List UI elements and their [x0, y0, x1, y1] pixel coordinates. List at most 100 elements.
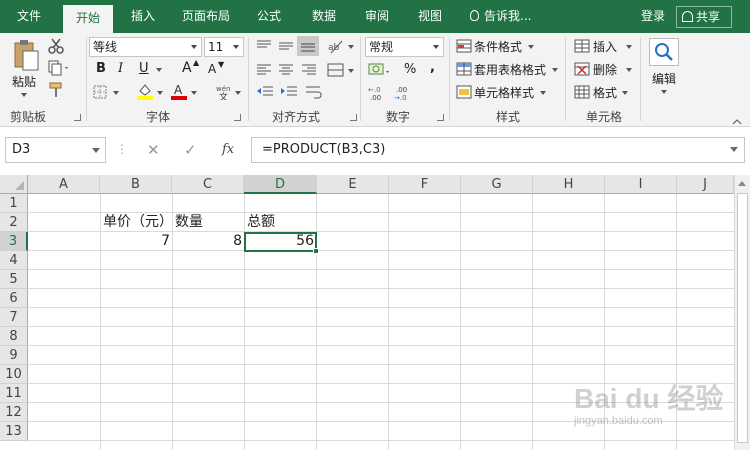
column-header-j[interactable]: J	[677, 175, 734, 194]
currency-icon[interactable]	[368, 62, 390, 81]
delete-cells-icon[interactable]	[574, 62, 590, 79]
number-launcher-icon[interactable]	[437, 114, 444, 121]
border-icon[interactable]	[93, 85, 107, 102]
font-name-combo[interactable]: 等线	[89, 37, 202, 57]
chevron-down-icon[interactable]	[626, 68, 632, 72]
row-header-4[interactable]: 4	[0, 251, 28, 270]
row-header-12[interactable]: 12	[0, 403, 28, 422]
share-button[interactable]: 共享	[676, 6, 732, 28]
grow-font-button[interactable]: A	[182, 60, 192, 76]
row-header-7[interactable]: 7	[0, 308, 28, 327]
tab-file[interactable]: 文件	[0, 0, 58, 33]
align-middle-icon[interactable]	[278, 39, 294, 56]
alignment-launcher-icon[interactable]	[350, 114, 357, 121]
align-left-icon[interactable]	[256, 63, 272, 80]
paste-label[interactable]: 粘贴	[12, 73, 36, 90]
fill-color-dropdown-icon[interactable]	[157, 91, 163, 95]
column-header-i[interactable]: I	[605, 175, 677, 194]
merge-center-icon[interactable]	[327, 62, 345, 81]
font-color-icon[interactable]: A	[170, 82, 188, 103]
cell-c3[interactable]: 8	[173, 232, 244, 251]
row-header-3[interactable]: 3	[0, 232, 28, 251]
row-header-9[interactable]: 9	[0, 346, 28, 365]
tab-data[interactable]: 数据	[301, 0, 347, 33]
tab-review[interactable]: 审阅	[354, 0, 400, 33]
conditional-format-icon[interactable]	[456, 39, 472, 56]
row-header-10[interactable]: 10	[0, 365, 28, 384]
cell-b3[interactable]: 7	[101, 232, 172, 251]
phonetic-icon[interactable]: wén 文	[216, 84, 232, 103]
border-dropdown-icon[interactable]	[113, 91, 119, 95]
increase-indent-icon[interactable]	[280, 85, 298, 102]
column-header-c[interactable]: C	[172, 175, 244, 194]
chevron-down-icon[interactable]	[626, 45, 632, 49]
cut-icon[interactable]	[48, 38, 64, 57]
number-format-combo[interactable]: 常规	[365, 37, 444, 57]
clipboard-launcher-icon[interactable]	[74, 114, 81, 121]
paste-icon[interactable]	[12, 39, 40, 76]
column-header-e[interactable]: E	[317, 175, 389, 194]
find-search-icon[interactable]	[649, 38, 679, 66]
cell-d2[interactable]: 总额	[245, 213, 316, 232]
enter-icon[interactable]: ✓	[184, 141, 197, 159]
tab-formulas[interactable]: 公式	[246, 0, 292, 33]
italic-button[interactable]: I	[118, 61, 123, 76]
format-cells-icon[interactable]	[574, 85, 590, 102]
format-cells-button[interactable]: 格式	[593, 84, 617, 101]
orientation-dropdown-icon[interactable]	[348, 45, 354, 49]
shrink-font-button[interactable]: A	[208, 62, 216, 76]
paste-dropdown-icon[interactable]	[21, 93, 27, 97]
bold-button[interactable]: B	[96, 61, 106, 76]
comma-button[interactable]: ,	[430, 60, 435, 75]
align-center-icon[interactable]	[278, 63, 294, 80]
select-all-button[interactable]	[0, 175, 28, 194]
editing-group-label[interactable]: 编辑	[652, 70, 676, 87]
tab-home[interactable]: 开始	[63, 5, 113, 33]
column-header-h[interactable]: H	[533, 175, 605, 194]
wrap-text-icon[interactable]	[305, 85, 323, 102]
insert-cells-button[interactable]: 插入	[593, 38, 617, 55]
tell-me-box[interactable]: 告诉我...	[470, 0, 531, 33]
editing-dropdown-icon[interactable]	[661, 90, 667, 94]
font-launcher-icon[interactable]	[234, 114, 241, 121]
merge-dropdown-icon[interactable]	[348, 69, 354, 73]
row-header-2[interactable]: 2	[0, 213, 28, 232]
cell-styles-icon[interactable]	[456, 85, 472, 102]
underline-button[interactable]: U	[139, 61, 149, 76]
column-header-b[interactable]: B	[100, 175, 172, 194]
conditional-format-button[interactable]: 条件格式	[474, 38, 522, 55]
chevron-down-icon[interactable]	[540, 91, 546, 95]
chevron-down-icon[interactable]	[622, 91, 628, 95]
tab-view[interactable]: 视图	[407, 0, 453, 33]
column-header-d[interactable]: D	[244, 175, 317, 194]
align-bottom-icon[interactable]	[297, 36, 319, 56]
fill-color-icon[interactable]	[136, 82, 154, 103]
align-top-icon[interactable]	[256, 39, 272, 56]
cancel-icon[interactable]: ✕	[147, 141, 160, 159]
tab-insert[interactable]: 插入	[119, 0, 167, 33]
chevron-down-icon[interactable]	[528, 45, 534, 49]
cell-c2[interactable]: 数量	[173, 213, 244, 232]
format-as-table-button[interactable]: 套用表格格式	[474, 61, 546, 78]
row-header-13[interactable]: 13	[0, 422, 28, 441]
decrease-decimal-icon[interactable]: .00 →.0	[394, 85, 414, 104]
name-box[interactable]: D3	[5, 137, 106, 163]
chevron-down-icon[interactable]	[552, 68, 558, 72]
align-right-icon[interactable]	[301, 63, 317, 80]
orientation-icon[interactable]: ab	[327, 38, 345, 57]
tab-page-layout[interactable]: 页面布局	[172, 0, 240, 33]
fill-handle[interactable]	[313, 248, 319, 254]
row-header-5[interactable]: 5	[0, 270, 28, 289]
row-header-11[interactable]: 11	[0, 384, 28, 403]
column-header-g[interactable]: G	[461, 175, 533, 194]
sign-in-link[interactable]: 登录	[641, 0, 665, 33]
insert-function-icon[interactable]: fx	[222, 142, 234, 157]
expand-formula-icon[interactable]	[730, 147, 738, 152]
scroll-up-icon[interactable]	[738, 181, 746, 186]
format-as-table-icon[interactable]	[456, 62, 472, 79]
row-header-1[interactable]: 1	[0, 194, 28, 213]
font-size-combo[interactable]: 11	[204, 37, 244, 57]
font-color-dropdown-icon[interactable]	[191, 91, 197, 95]
increase-decimal-icon[interactable]: ←.0.00	[368, 85, 388, 104]
row-header-6[interactable]: 6	[0, 289, 28, 308]
